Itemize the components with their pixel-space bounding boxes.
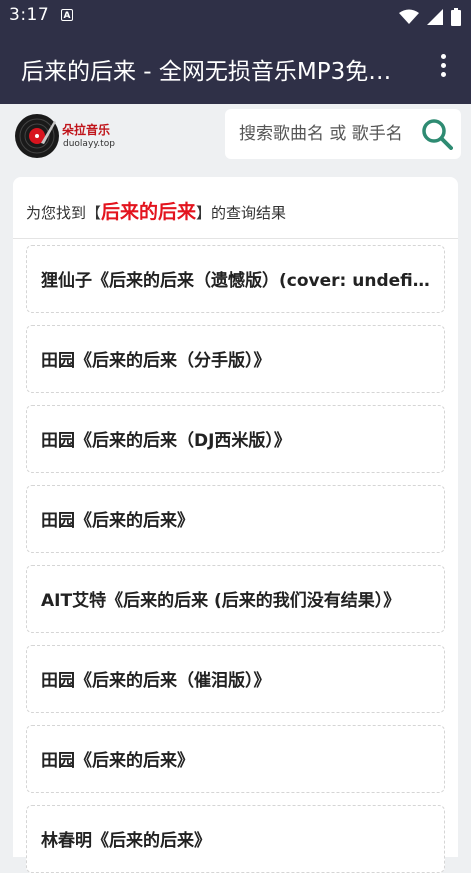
song-title: AIT艾特《后来的后来 (后来的我们没有结果）》 bbox=[41, 591, 401, 611]
status-time: 3:17 bbox=[9, 5, 50, 25]
song-item[interactable]: AIT艾特《后来的后来 (后来的我们没有结果）》 bbox=[26, 565, 445, 633]
logo-subtext: duolayy.top bbox=[63, 139, 115, 149]
vinyl-record-icon bbox=[15, 114, 59, 158]
logo-text: 朵拉音乐 bbox=[62, 123, 111, 137]
search-input[interactable] bbox=[239, 121, 419, 147]
song-item[interactable]: 田园《后来的后来》 bbox=[26, 485, 445, 553]
song-title: 田园《后来的后来（催泪版）》 bbox=[41, 671, 271, 691]
battery-icon bbox=[451, 7, 461, 26]
song-item[interactable]: 田园《后来的后来（DJ西米版）》 bbox=[26, 405, 445, 473]
results-suffix: 】的查询结果 bbox=[196, 204, 287, 222]
system-icons bbox=[396, 6, 461, 26]
results-card: 为您找到【后来的后来】的查询结果 狸仙子《后来的后来（遗憾版）(cover: u… bbox=[13, 177, 458, 873]
app-bar: 后来的后来 - 全网无损音乐MP3免费下载 bbox=[0, 32, 471, 104]
page-title: 后来的后来 - 全网无损音乐MP3免费下载 bbox=[21, 59, 411, 85]
search-box bbox=[225, 109, 461, 159]
overflow-menu-icon[interactable] bbox=[433, 54, 453, 82]
status-bar: 3:17 A bbox=[0, 0, 471, 32]
results-keyword: 后来的后来 bbox=[101, 201, 197, 223]
song-title: 狸仙子《后来的后来（遗憾版）(cover: undefined)》 bbox=[41, 271, 433, 291]
song-title: 田园《后来的后来（DJ西米版）》 bbox=[41, 431, 291, 451]
song-title: 田园《后来的后来（分手版）》 bbox=[41, 351, 271, 371]
song-item[interactable]: 田园《后来的后来（催泪版）》 bbox=[26, 645, 445, 713]
song-item[interactable]: 田园《后来的后来（分手版）》 bbox=[26, 325, 445, 393]
divider bbox=[13, 238, 458, 239]
song-item[interactable]: 狸仙子《后来的后来（遗憾版）(cover: undefined)》 bbox=[26, 245, 445, 313]
results-prefix: 为您找到【 bbox=[26, 204, 102, 222]
search-icon[interactable] bbox=[421, 118, 453, 150]
site-header: 朵拉音乐 duolayy.top bbox=[0, 104, 471, 168]
song-title: 田园《后来的后来》 bbox=[41, 751, 194, 771]
wifi-icon bbox=[398, 9, 419, 24]
site-logo[interactable]: 朵拉音乐 duolayy.top bbox=[14, 113, 124, 161]
song-title: 林春明《后来的后来》 bbox=[41, 831, 211, 851]
song-item[interactable]: 林春明《后来的后来》 bbox=[26, 805, 445, 873]
song-title: 田园《后来的后来》 bbox=[41, 511, 194, 531]
notification-icon: A bbox=[61, 9, 73, 21]
results-heading: 为您找到【后来的后来】的查询结果 bbox=[26, 197, 286, 224]
signal-icon bbox=[426, 8, 443, 25]
song-item[interactable]: 田园《后来的后来》 bbox=[26, 725, 445, 793]
